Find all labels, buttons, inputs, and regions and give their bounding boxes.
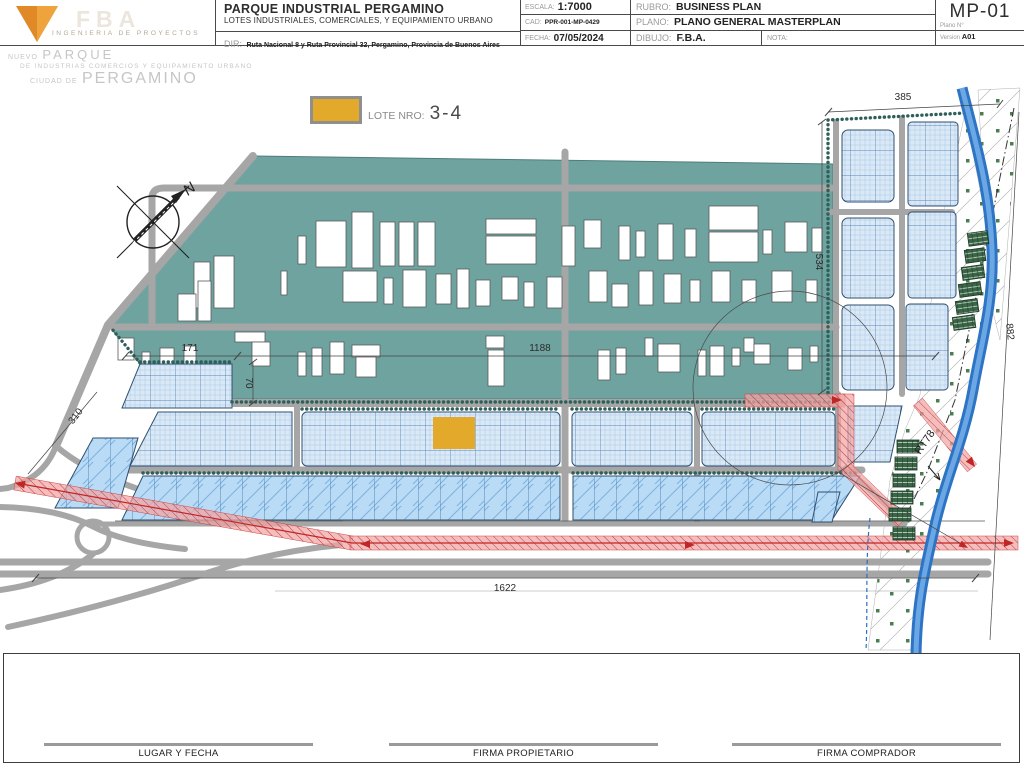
watermark-nuevo: NUEVO: [8, 54, 38, 61]
signature-field-firma-propietario: FIRMA PROPIETARIO: [389, 743, 658, 759]
lot-color-swatch: [310, 96, 362, 124]
lot-legend-label: LOTE NRO:: [368, 110, 425, 122]
rubro-label: RUBRO:: [636, 2, 671, 12]
signature-line: [44, 743, 313, 746]
plano-value: PLANO GENERAL MASTERPLAN: [674, 16, 841, 28]
project-title: PARQUE INDUSTRIAL PERGAMINO: [224, 2, 520, 16]
rubro-value: BUSINESS PLAN: [676, 1, 761, 13]
sheet-version-value: A01: [962, 32, 976, 41]
signature-box: LUGAR Y FECHA FIRMA PROPIETARIO FIRMA CO…: [3, 653, 1020, 763]
cad-label: CAD:: [525, 19, 542, 26]
brand-tagline: INGENIERIA DE PROYECTOS: [52, 30, 200, 37]
fecha-label: FECHA:: [525, 35, 551, 42]
dimension-1188: 1188: [529, 343, 551, 354]
watermark-parque: PARQUE: [42, 47, 114, 62]
watermark-subtitle: NUEVO PARQUE DE INDUSTRIAS COMERCIOS Y E…: [8, 47, 253, 87]
dir-label: DIR:: [224, 39, 242, 49]
signature-line: [732, 743, 1001, 746]
sheet-number-label: Plano N°: [936, 23, 1024, 29]
dimension-385: 385: [895, 92, 912, 103]
compass-n-label: N: [180, 179, 199, 199]
dibujo-label: DIBUJO:: [636, 33, 672, 43]
highlighted-lot-3-4: [433, 417, 475, 449]
lot-legend-value: 3-4: [430, 103, 463, 125]
watermark-pergamino: PERGAMINO: [82, 70, 198, 87]
brand-ghost-text: FBA: [76, 6, 141, 33]
sheet-version-label: Version: [940, 35, 960, 41]
dir-value: Ruta Nacional 8 y Ruta Provincial 32, Pe…: [246, 42, 499, 49]
dimension-1622: 1622: [494, 583, 517, 594]
watermark-ciudad-de: CIUDAD DE: [30, 78, 78, 85]
plano-label: PLANO:: [636, 17, 669, 27]
cad-value: PPR-001-MP-0429: [545, 19, 600, 26]
title-block: FBA INGENIERIA DE PROYECTOS PARQUE INDUS…: [0, 0, 1024, 46]
dimension-70: 70: [243, 377, 254, 389]
plan-cell: RUBRO: BUSINESS PLAN PLANO: PLANO GENERA…: [630, 0, 935, 46]
meta-cell: ESCALA: 1:7000 CAD: PPR-001-MP-0429 FECH…: [520, 0, 630, 46]
sheet-cell: MP-01 Plano N° Version A01: [935, 0, 1024, 46]
signature-line: [389, 743, 658, 746]
escala-label: ESCALA:: [525, 4, 555, 11]
escala-value: 1:7000: [558, 1, 592, 13]
nota-label: NOTA:: [767, 35, 788, 42]
project-subtitle: LOTES INDUSTRIALES, COMERCIALES, Y EQUIP…: [224, 16, 520, 25]
logo-cell: FBA INGENIERIA DE PROYECTOS: [0, 0, 215, 46]
dimension-534: 534: [813, 254, 824, 271]
signature-field-lugar-y-fecha: LUGAR Y FECHA: [44, 743, 313, 759]
sheet-code: MP-01: [936, 1, 1024, 23]
fba-logo-icon: [0, 0, 70, 44]
project-cell: PARQUE INDUSTRIAL PERGAMINO LOTES INDUST…: [215, 0, 520, 46]
dimension-882: 882: [1003, 323, 1016, 341]
lot-legend: LOTE NRO: 3-4: [310, 96, 463, 124]
dimension-171: 171: [182, 343, 199, 354]
fecha-value: 07/05/2024: [554, 33, 604, 44]
signature-field-firma-comprador: FIRMA COMPRADOR: [732, 743, 1001, 759]
dibujo-value: F.B.A.: [677, 32, 706, 44]
